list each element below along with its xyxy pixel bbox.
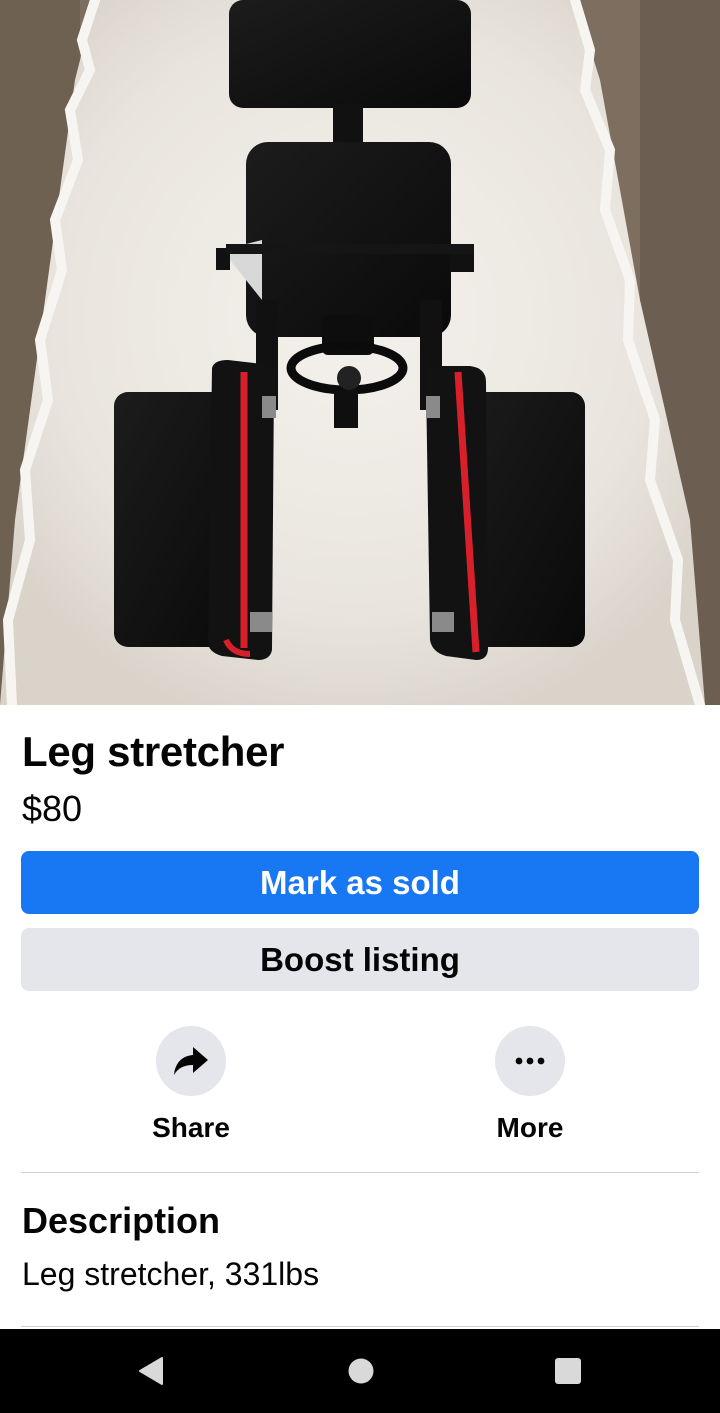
home-circle-icon (348, 1358, 374, 1384)
listing-title: Leg stretcher (22, 728, 285, 775)
more-label: More (496, 1112, 564, 1143)
description-heading: Description (22, 1200, 221, 1241)
recents-button[interactable] (508, 1329, 628, 1413)
share-label: Share (152, 1112, 230, 1143)
description-text: Leg stretcher, 331lbs (22, 1256, 320, 1292)
more-action[interactable]: More (430, 1026, 630, 1144)
back-triangle-icon (139, 1357, 163, 1385)
system-navigation-bar (0, 1329, 720, 1413)
leg-stretcher-image (0, 0, 720, 705)
divider (21, 1172, 699, 1173)
product-photo[interactable] (0, 0, 720, 705)
ellipsis-icon (515, 1057, 545, 1065)
mark-as-sold-button[interactable]: Mark as sold (21, 851, 699, 914)
divider (21, 1326, 699, 1327)
listing-price: $80 (22, 788, 83, 829)
share-button[interactable] (156, 1026, 226, 1096)
recents-square-icon (555, 1358, 581, 1384)
more-button[interactable] (495, 1026, 565, 1096)
share-arrow-icon (174, 1047, 208, 1075)
home-button[interactable] (301, 1329, 421, 1413)
share-action[interactable]: Share (91, 1026, 291, 1144)
back-button[interactable] (91, 1329, 211, 1413)
boost-listing-button[interactable]: Boost listing (21, 928, 699, 991)
